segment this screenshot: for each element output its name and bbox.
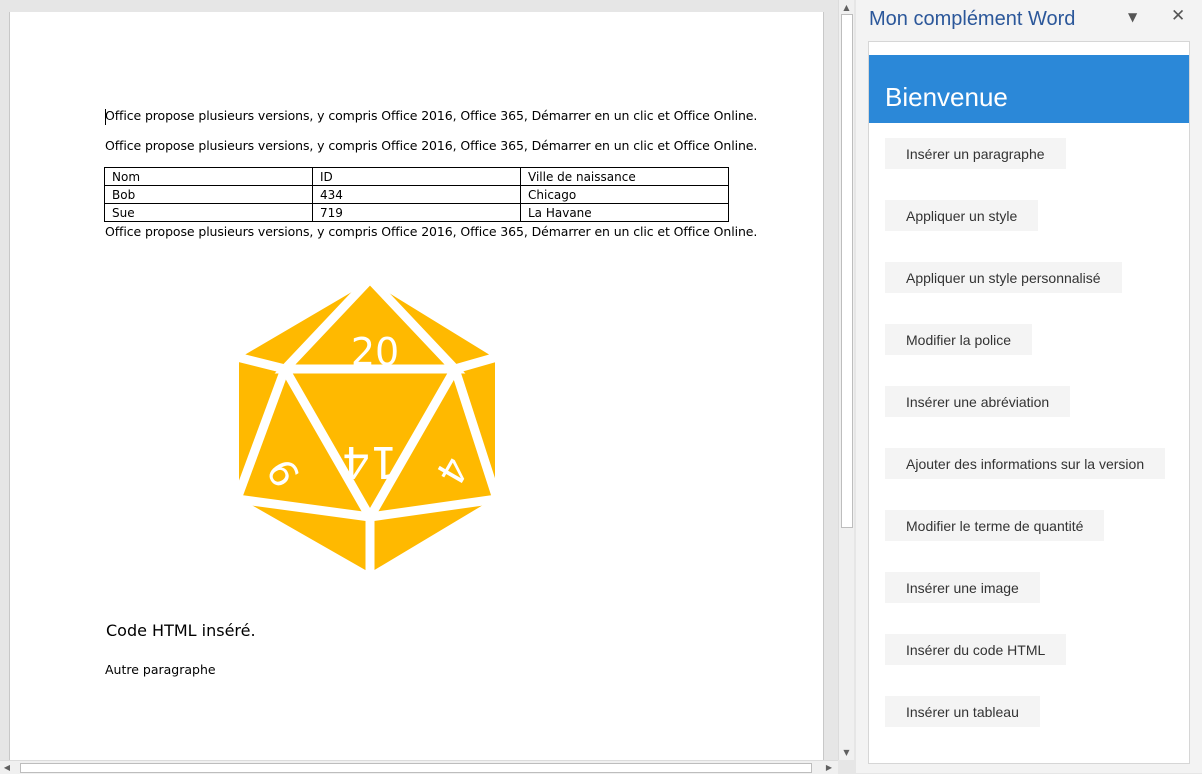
table-row: Bob 434 Chicago — [104, 185, 729, 204]
document-area: Office propose plusieurs versions, y com… — [0, 0, 838, 772]
table-cell[interactable]: 719 — [312, 203, 521, 222]
table-cell[interactable]: La Havane — [520, 203, 729, 222]
vertical-scrollbar[interactable]: ▲ ▼ — [838, 0, 854, 760]
table-header-row: Nom ID Ville de naissance — [104, 167, 729, 186]
scroll-up-icon[interactable]: ▲ — [839, 0, 854, 15]
insert-paragraph-button[interactable]: Insérer un paragraphe — [885, 138, 1066, 169]
document-table[interactable]: Nom ID Ville de naissance Bob 434 Chicag… — [104, 167, 729, 222]
table-cell[interactable]: 434 — [312, 185, 521, 204]
dice-body — [235, 277, 502, 577]
banner-title: Bienvenue — [885, 82, 1008, 112]
horizontal-scrollbar[interactable]: ◀ ▶ — [0, 760, 838, 774]
chevron-down-icon[interactable]: ▼ — [1128, 10, 1137, 24]
insert-html-button[interactable]: Insérer du code HTML — [885, 634, 1067, 665]
apply-custom-style-button[interactable]: Appliquer un style personnalisé — [885, 262, 1122, 293]
horizontal-scroll-thumb[interactable] — [20, 763, 812, 773]
document-paragraph-2[interactable]: Office propose plusieurs versions, y com… — [105, 138, 757, 153]
vertical-scroll-thumb[interactable] — [841, 14, 853, 528]
task-pane: Mon complément Word ▼ ✕ Bienvenue Insére… — [856, 0, 1202, 773]
table-header-cell[interactable]: Nom — [104, 167, 313, 186]
d20-dice-image[interactable]: 20 14 9 4 — [235, 277, 505, 577]
scroll-right-icon[interactable]: ▶ — [822, 761, 836, 774]
task-pane-body: Bienvenue Insérer un paragraphe Applique… — [868, 41, 1190, 764]
inserted-html-text[interactable]: Code HTML inséré. — [106, 621, 256, 640]
task-pane-title: Mon complément Word — [869, 8, 1076, 30]
welcome-banner: Bienvenue — [869, 55, 1189, 123]
insert-table-button[interactable]: Insérer un tableau — [885, 696, 1040, 727]
table-cell[interactable]: Sue — [104, 203, 313, 222]
table-row: Sue 719 La Havane — [104, 203, 729, 222]
document-paragraph-3[interactable]: Office propose plusieurs versions, y com… — [105, 224, 757, 239]
table-cell[interactable]: Chicago — [520, 185, 729, 204]
change-font-button[interactable]: Modifier la police — [885, 324, 1033, 355]
dice-number-20: 20 — [351, 330, 399, 374]
scroll-left-icon[interactable]: ◀ — [0, 761, 14, 774]
close-icon[interactable]: ✕ — [1171, 6, 1185, 26]
table-header-cell[interactable]: ID — [312, 167, 521, 186]
add-version-info-button[interactable]: Ajouter des informations sur la version — [885, 448, 1166, 479]
insert-abbreviation-button[interactable]: Insérer une abréviation — [885, 386, 1071, 417]
document-paragraph-1[interactable]: Office propose plusieurs versions, y com… — [105, 108, 757, 123]
table-cell[interactable]: Bob — [104, 185, 313, 204]
apply-style-button[interactable]: Appliquer un style — [885, 200, 1039, 231]
table-header-cell[interactable]: Ville de naissance — [520, 167, 729, 186]
change-quantity-term-button[interactable]: Modifier le terme de quantité — [885, 510, 1105, 541]
document-page[interactable]: Office propose plusieurs versions, y com… — [9, 12, 824, 772]
dice-number-14: 14 — [342, 436, 398, 487]
insert-image-button[interactable]: Insérer une image — [885, 572, 1040, 603]
other-paragraph[interactable]: Autre paragraphe — [105, 662, 216, 677]
scroll-down-icon[interactable]: ▼ — [839, 745, 854, 760]
